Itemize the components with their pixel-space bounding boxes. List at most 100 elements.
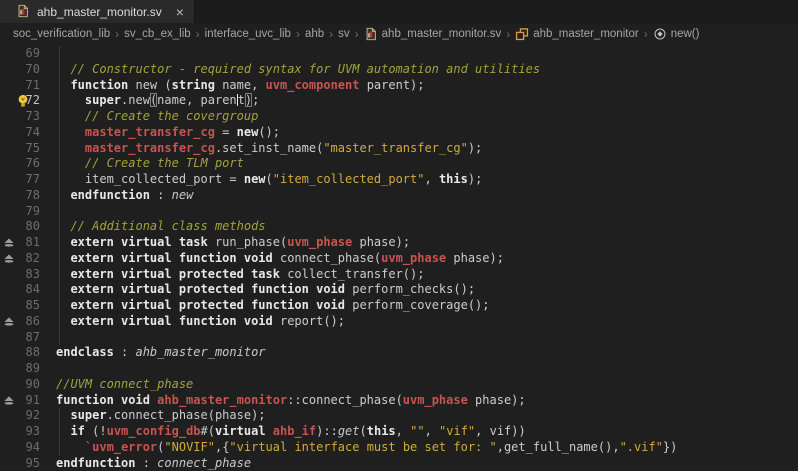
line-number[interactable]: 85 <box>0 298 40 314</box>
code-text: `uvm_error("NOVIF",{"virtual interface m… <box>56 440 798 456</box>
code-line[interactable]: 70 // Constructor - required syntax for … <box>0 62 798 78</box>
code-line[interactable]: 82 extern virtual function void connect_… <box>0 251 798 267</box>
breadcrumb-label: ahb <box>305 28 324 40</box>
code-text: if (!uvm_config_db#(virtual ahb_if)::get… <box>56 424 798 440</box>
line-number[interactable]: 74 <box>0 125 40 141</box>
line-number[interactable]: 86 <box>0 314 40 330</box>
breadcrumb-item-ahb-master-monitor-sv[interactable]: ahb_master_monitor.sv <box>364 27 502 41</box>
code-line[interactable]: 81 extern virtual task run_phase(uvm_pha… <box>0 235 798 251</box>
breadcrumb-separator-icon: › <box>506 27 510 41</box>
code-editor[interactable]: 6970 // Constructor - required syntax fo… <box>0 44 798 462</box>
breadcrumb-item-sv[interactable]: sv <box>338 28 350 40</box>
code-line[interactable]: 76 // Create the TLM port <box>0 156 798 172</box>
code-text: // Create the TLM port <box>56 156 798 172</box>
code-line[interactable]: 87 <box>0 330 798 346</box>
tab-ahb-master-monitor[interactable]: ahb_master_monitor.sv × <box>0 0 195 23</box>
line-number[interactable]: 80 <box>0 219 40 235</box>
breadcrumb-label: ahb_master_monitor.sv <box>382 28 502 40</box>
code-line[interactable]: 94 `uvm_error("NOVIF",{"virtual interfac… <box>0 440 798 456</box>
line-number[interactable]: 83 <box>0 267 40 283</box>
code-text: function new (string name, uvm_component… <box>56 78 798 94</box>
code-line[interactable]: 78 endfunction : new <box>0 188 798 204</box>
code-text: extern virtual protected task collect_tr… <box>56 267 798 283</box>
code-text: //UVM connect_phase <box>56 377 798 393</box>
breadcrumb-label: soc_verification_lib <box>13 28 110 40</box>
method-icon <box>653 27 667 41</box>
line-number[interactable]: 93 <box>0 424 40 440</box>
line-number[interactable]: 77 <box>0 172 40 188</box>
code-line[interactable]: 90 //UVM connect_phase <box>0 377 798 393</box>
line-number[interactable]: 87 <box>0 330 40 346</box>
code-text: extern virtual function void report(); <box>56 314 798 330</box>
line-number[interactable]: 69 <box>0 46 40 62</box>
close-icon[interactable]: × <box>176 5 184 19</box>
breadcrumb-label: interface_uvc_lib <box>205 28 291 40</box>
code-line[interactable]: 92 super.connect_phase(phase); <box>0 408 798 424</box>
code-line[interactable]: 86 extern virtual function void report()… <box>0 314 798 330</box>
breadcrumb-item-soc-verification-lib[interactable]: soc_verification_lib <box>13 28 110 40</box>
code-text: master_transfer_cg = new(); <box>56 125 798 141</box>
code-text: extern virtual task run_phase(uvm_phase … <box>56 235 798 251</box>
line-number[interactable]: 94 <box>0 440 40 456</box>
code-line[interactable]: 85 extern virtual protected function voi… <box>0 298 798 314</box>
line-number[interactable]: 82 <box>0 251 40 267</box>
sv-file-icon <box>16 4 31 19</box>
breadcrumb-label: new() <box>671 28 700 40</box>
code-line[interactable]: 69 <box>0 46 798 62</box>
breadcrumb-item-new-[interactable]: new() <box>653 27 700 41</box>
editor-tab-bar: ahb_master_monitor.sv × <box>0 0 798 23</box>
code-line[interactable]: 72 super.new(name, parent); <box>0 93 798 109</box>
code-text: // Constructor - required syntax for UVM… <box>56 62 798 78</box>
line-number[interactable]: 73 <box>0 109 40 125</box>
breadcrumb-separator-icon: › <box>296 27 300 41</box>
breadcrumb-separator-icon: › <box>329 27 333 41</box>
code-line[interactable]: 95 endfunction : connect_phase <box>0 456 798 471</box>
breadcrumb-item-sv-cb-ex-lib[interactable]: sv_cb_ex_lib <box>124 28 190 40</box>
line-number[interactable]: 84 <box>0 282 40 298</box>
line-number[interactable]: 79 <box>0 204 40 220</box>
line-number[interactable]: 95 <box>0 456 40 471</box>
tab-title: ahb_master_monitor.sv <box>37 5 162 19</box>
line-number[interactable]: 90 <box>0 377 40 393</box>
line-number[interactable]: 71 <box>0 78 40 94</box>
line-number[interactable]: 78 <box>0 188 40 204</box>
line-number[interactable]: 76 <box>0 156 40 172</box>
code-line[interactable]: 93 if (!uvm_config_db#(virtual ahb_if)::… <box>0 424 798 440</box>
line-number[interactable]: 70 <box>0 62 40 78</box>
breadcrumb-item-interface-uvc-lib[interactable]: interface_uvc_lib <box>205 28 291 40</box>
code-line[interactable]: 75 master_transfer_cg.set_inst_name("mas… <box>0 141 798 157</box>
breadcrumb-separator-icon: › <box>644 27 648 41</box>
code-text: super.connect_phase(phase); <box>56 408 798 424</box>
sv-file-icon <box>364 27 378 41</box>
line-number[interactable]: 81 <box>0 235 40 251</box>
code-line[interactable]: 80 // Additional class methods <box>0 219 798 235</box>
line-number[interactable]: 72 <box>0 93 40 109</box>
code-line[interactable]: 79 <box>0 204 798 220</box>
line-number[interactable]: 89 <box>0 361 40 377</box>
code-line[interactable]: 88 endclass : ahb_master_monitor <box>0 345 798 361</box>
class-icon <box>515 27 529 41</box>
line-number[interactable]: 92 <box>0 408 40 424</box>
code-line[interactable]: 73 // Create the covergroup <box>0 109 798 125</box>
code-line[interactable]: 84 extern virtual protected function voi… <box>0 282 798 298</box>
code-line[interactable]: 71 function new (string name, uvm_compon… <box>0 78 798 94</box>
line-number[interactable]: 88 <box>0 345 40 361</box>
breadcrumb-separator-icon: › <box>115 27 119 41</box>
code-text: master_transfer_cg.set_inst_name("master… <box>56 141 798 157</box>
code-text: endclass : ahb_master_monitor <box>56 345 798 361</box>
breadcrumb: soc_verification_lib › sv_cb_ex_lib › interf… <box>0 23 798 44</box>
code-text: endfunction : new <box>56 188 798 204</box>
code-line[interactable]: 89 <box>0 361 798 377</box>
breadcrumb-item-ahb-master-monitor[interactable]: ahb_master_monitor <box>515 27 638 41</box>
code-text: // Create the covergroup <box>56 109 798 125</box>
breadcrumb-item-ahb[interactable]: ahb <box>305 28 324 40</box>
line-number[interactable]: 91 <box>0 393 40 409</box>
code-line[interactable]: 74 master_transfer_cg = new(); <box>0 125 798 141</box>
code-text: extern virtual function void connect_pha… <box>56 251 798 267</box>
code-line[interactable]: 77 item_collected_port = new("item_colle… <box>0 172 798 188</box>
line-number[interactable]: 75 <box>0 141 40 157</box>
code-line[interactable]: 91function void ahb_master_monitor::conn… <box>0 393 798 409</box>
breadcrumb-separator-icon: › <box>355 27 359 41</box>
code-text: endfunction : connect_phase <box>56 456 798 471</box>
code-line[interactable]: 83 extern virtual protected task collect… <box>0 267 798 283</box>
